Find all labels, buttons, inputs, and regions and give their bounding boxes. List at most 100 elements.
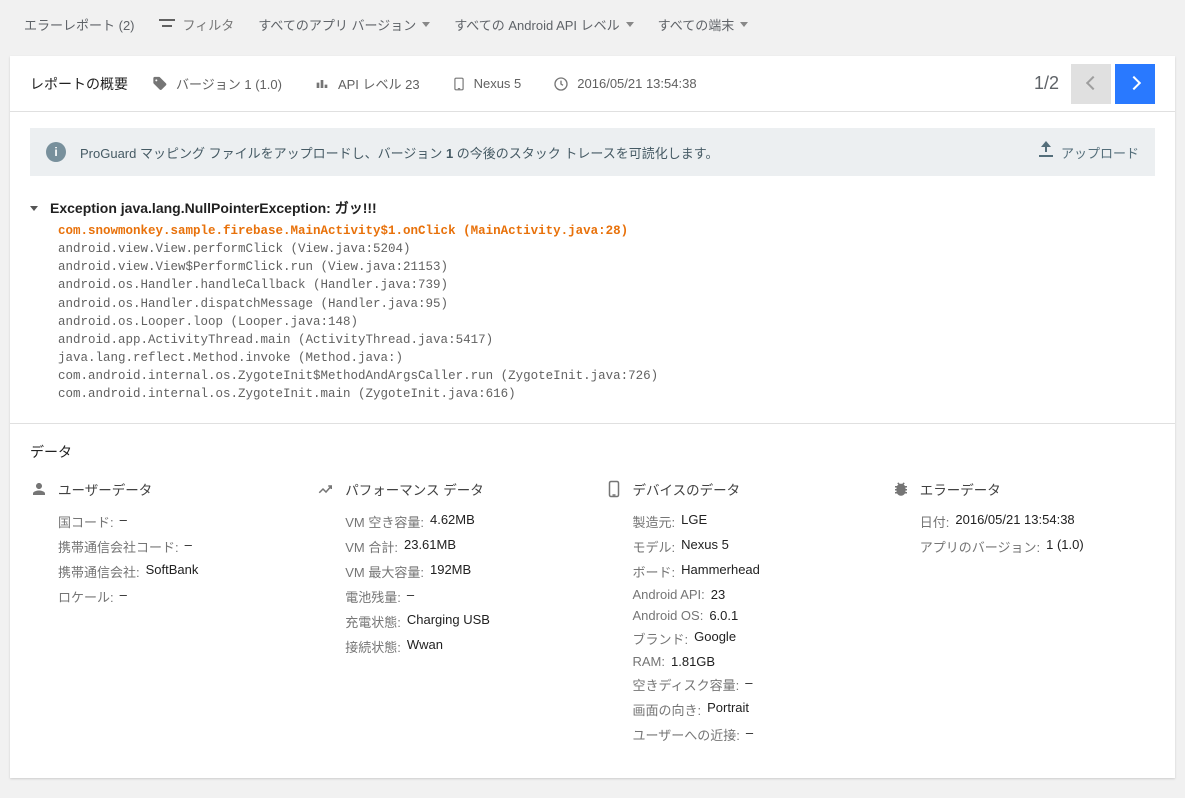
device-value: Nexus 5: [474, 76, 522, 91]
info-banner: i ProGuard マッピング ファイルをアップロードし、バージョン 1 の今…: [30, 128, 1155, 176]
data-value: –: [120, 587, 127, 606]
data-row: 製造元:LGE: [633, 512, 868, 531]
data-key: VM 合計:: [345, 537, 398, 556]
data-key: 画面の向き:: [633, 700, 702, 719]
filter-bar: エラーレポート (2) フィルタ すべてのアプリ バージョン すべての Andr…: [0, 0, 1185, 48]
data-row: アプリのバージョン: 1 (1.0): [920, 537, 1155, 556]
data-key: RAM:: [633, 654, 666, 669]
data-value: 1 (1.0): [1046, 537, 1084, 556]
data-row: ボード: Hammerhead: [633, 562, 868, 581]
upload-label: アップロード: [1061, 143, 1139, 162]
data-row: RAM: 1.81GB: [633, 654, 868, 669]
version-chip: バージョン 1 (1.0): [152, 74, 282, 93]
data-row: VM 空き容量: 4.62MB: [345, 512, 580, 531]
data-row: ユーザーへの近接:–: [633, 725, 868, 744]
device-chip: Nexus 5: [452, 76, 522, 92]
time-chip: 2016/05/21 13:54:38: [553, 76, 696, 92]
chevron-left-icon: [1085, 76, 1098, 91]
data-row: 空きディスク容量:–: [633, 675, 868, 694]
api-level-dropdown[interactable]: すべての Android API レベル: [454, 15, 633, 34]
next-button[interactable]: [1115, 64, 1155, 104]
summary-title: レポートの概要: [30, 74, 128, 94]
trending-icon: [317, 480, 335, 498]
bug-icon: [892, 480, 910, 498]
data-key: Android API:: [633, 587, 705, 602]
tag-icon: [152, 76, 168, 92]
app-version-dropdown[interactable]: すべてのアプリ バージョン: [258, 15, 430, 34]
filter-label: フィルタ: [159, 15, 235, 34]
prev-button[interactable]: [1071, 64, 1111, 104]
data-key: 接続状態:: [345, 637, 401, 656]
filter-icon: [159, 18, 175, 30]
upload-button[interactable]: アップロード: [1039, 143, 1139, 162]
data-row: 携帯通信会社コード:–: [58, 537, 293, 556]
error-data-title: エラーデータ: [920, 479, 1001, 499]
chevron-down-icon: [740, 22, 748, 27]
pager-text: 1/2: [1034, 73, 1059, 94]
api-level-label: すべての Android API レベル: [454, 15, 619, 34]
data-key: 製造元:: [633, 512, 676, 531]
data-key: ボード:: [633, 562, 676, 581]
data-key: VM 最大容量:: [345, 562, 424, 581]
data-value: 2016/05/21 13:54:38: [955, 512, 1074, 531]
data-key: VM 空き容量:: [345, 512, 424, 531]
upload-icon: [1039, 147, 1053, 157]
data-row: VM 合計: 23.61MB: [345, 537, 580, 556]
banner-text-after: の今後のスタック トレースを可読化します。: [453, 146, 718, 161]
data-row: Android OS:6.0.1: [633, 608, 868, 623]
app-version-label: すべてのアプリ バージョン: [258, 15, 416, 34]
perf-data-title: パフォーマンス データ: [345, 479, 483, 499]
data-value: 23.61MB: [404, 537, 456, 556]
data-row: ブランド:Google: [633, 629, 868, 648]
data-value: Charging USB: [407, 612, 490, 631]
clock-icon: [553, 76, 569, 92]
data-value: –: [745, 675, 752, 694]
data-key: 携帯通信会社コード:: [58, 537, 179, 556]
data-value: –: [120, 512, 127, 531]
data-row: VM 最大容量: 192MB: [345, 562, 580, 581]
data-key: 空きディスク容量:: [633, 675, 740, 694]
data-row: 携帯通信会社:SoftBank: [58, 562, 293, 581]
banner-text: ProGuard マッピング ファイルをアップロードし、バージョン 1 の今後の…: [80, 143, 718, 162]
data-key: ロケール:: [58, 587, 114, 606]
data-key: 電池残量:: [345, 587, 401, 606]
data-value: –: [185, 537, 192, 556]
data-key: Android OS:: [633, 608, 704, 623]
data-value: 4.62MB: [430, 512, 475, 531]
data-value: Wwan: [407, 637, 443, 656]
data-row: 日付: 2016/05/21 13:54:38: [920, 512, 1155, 531]
data-value: –: [407, 587, 414, 606]
data-value: 23: [711, 587, 725, 602]
data-value: Portrait: [707, 700, 749, 719]
data-key: アプリのバージョン:: [920, 537, 1040, 556]
data-key: 日付:: [920, 512, 950, 531]
device-data-title: デバイスのデータ: [633, 479, 741, 499]
page-title: エラーレポート (2): [24, 15, 135, 34]
data-key: ブランド:: [633, 629, 689, 648]
data-section: データ ユーザーデータ 国コード:–携帯通信会社コード:–携帯通信会社:Soft…: [10, 424, 1175, 778]
stacktrace-highlight: com.snowmonkey.sample.firebase.MainActiv…: [58, 224, 628, 238]
chevron-down-icon: [422, 22, 430, 27]
device-dropdown[interactable]: すべての端末: [658, 15, 749, 34]
data-row: 接続状態: Wwan: [345, 637, 580, 656]
data-value: SoftBank: [146, 562, 199, 581]
data-value: 1.81GB: [671, 654, 715, 669]
version-value: バージョン 1 (1.0): [176, 74, 282, 93]
phone-icon: [605, 480, 623, 498]
stacktrace-lines: android.view.View.performClick (View.jav…: [58, 242, 658, 401]
device-label: すべての端末: [658, 15, 735, 34]
data-value: Nexus 5: [681, 537, 729, 556]
chevron-down-icon[interactable]: [30, 206, 38, 211]
api-value: API レベル 23: [338, 74, 420, 93]
data-value: Hammerhead: [681, 562, 760, 581]
api-icon: [314, 76, 330, 92]
data-row: 国コード:–: [58, 512, 293, 531]
exception-title: Exception java.lang.NullPointerException…: [50, 198, 377, 218]
data-section-title: データ: [30, 442, 1155, 462]
api-chip: API レベル 23: [314, 74, 420, 93]
summary-bar: レポートの概要 バージョン 1 (1.0) API レベル 23 Nexus 5…: [10, 56, 1175, 112]
data-value: 192MB: [430, 562, 471, 581]
data-row: 電池残量:–: [345, 587, 580, 606]
data-row: モデル:Nexus 5: [633, 537, 868, 556]
error-data-column: エラーデータ 日付: 2016/05/21 13:54:38 アプリのバージョン: 1…: [892, 478, 1155, 750]
